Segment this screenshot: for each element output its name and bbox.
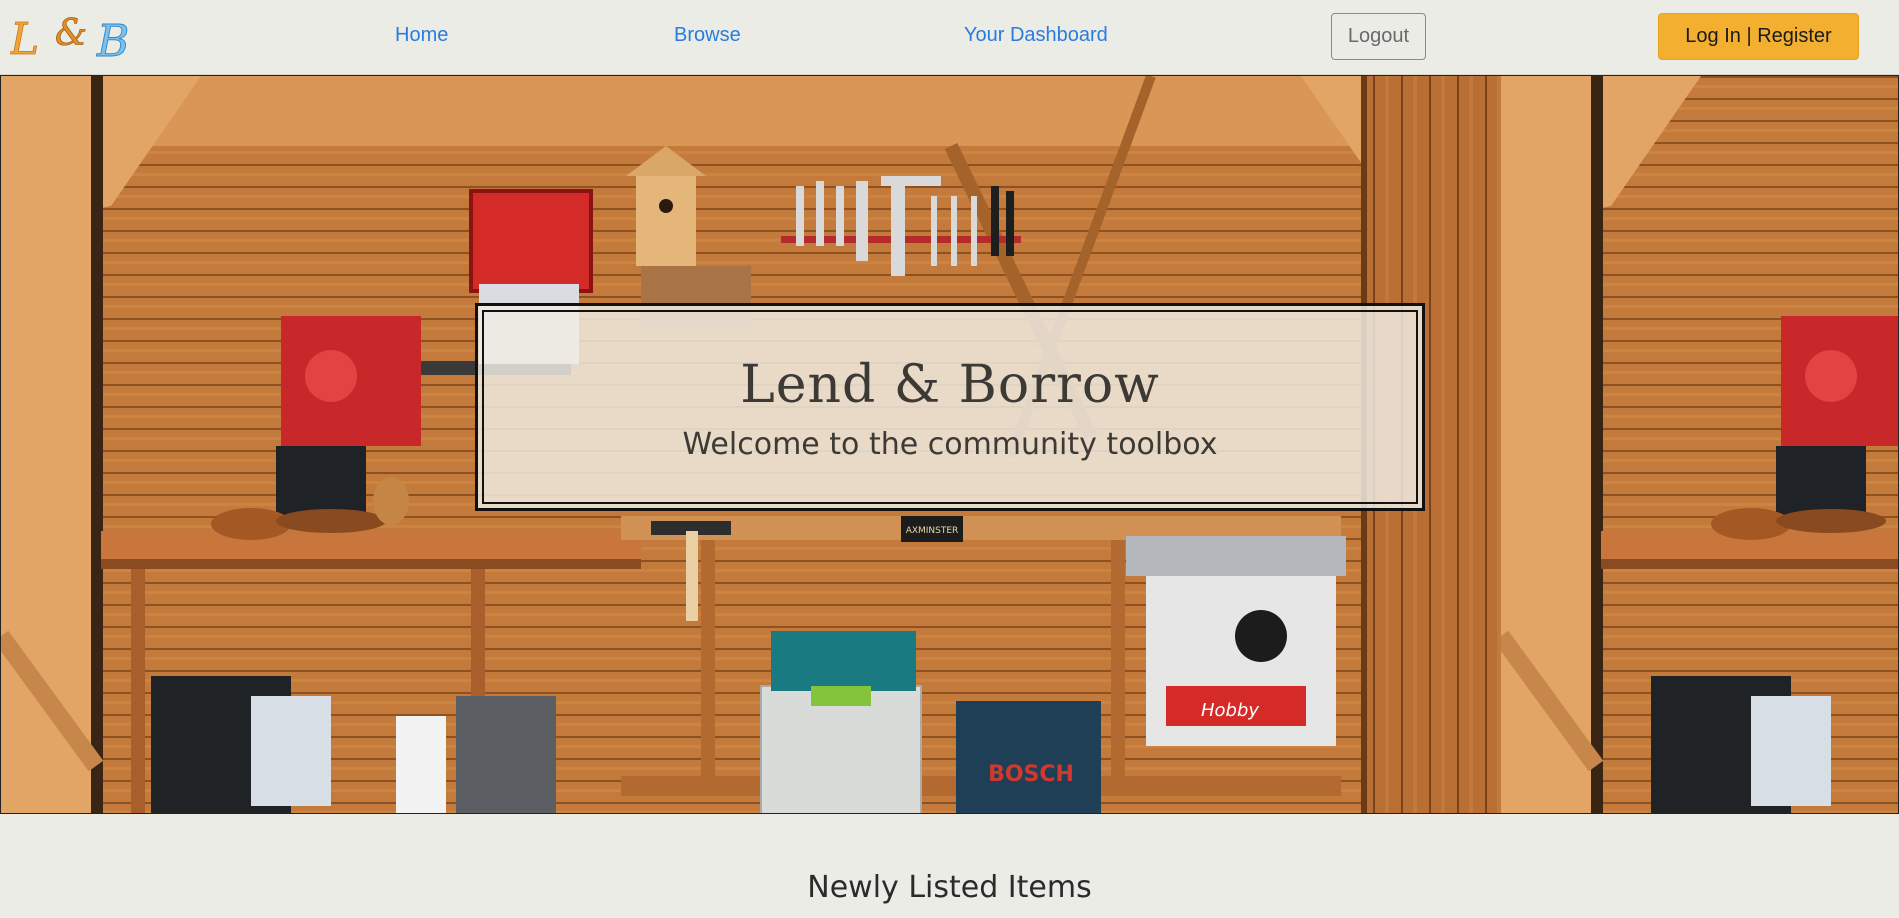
workshop-background-image-repeat	[1501, 76, 1898, 813]
svg-text:AXMINSTER: AXMINSTER	[906, 526, 959, 536]
hero-title: Lend & Borrow	[740, 355, 1160, 415]
nav-link-dashboard[interactable]: Your Dashboard	[964, 24, 1108, 47]
navbar: L & B Home Browse Your Dashboard Logout …	[0, 0, 1899, 75]
hero-subtitle: Welcome to the community toolbox	[682, 427, 1218, 462]
newly-listed-heading: Newly Listed Items	[807, 870, 1092, 905]
svg-text:BOSCH: BOSCH	[988, 762, 1074, 787]
login-register-button[interactable]: Log In | Register	[1658, 13, 1859, 60]
nav-link-browse[interactable]: Browse	[674, 24, 741, 47]
svg-text:B: B	[96, 16, 129, 64]
hero-welcome-card: Lend & Borrow Welcome to the community t…	[475, 303, 1425, 511]
svg-text:L: L	[10, 14, 39, 64]
logout-button[interactable]: Logout	[1331, 13, 1426, 60]
hero-banner: AXMINSTER BOSCH Hobby Lend & Borrow Welc…	[0, 75, 1899, 814]
svg-text:&: &	[55, 13, 87, 54]
hero-card-inner-border: Lend & Borrow Welcome to the community t…	[482, 310, 1418, 504]
logo[interactable]: L & B	[9, 12, 142, 68]
svg-text:Hobby: Hobby	[1201, 700, 1259, 721]
nav-link-home[interactable]: Home	[395, 24, 448, 47]
